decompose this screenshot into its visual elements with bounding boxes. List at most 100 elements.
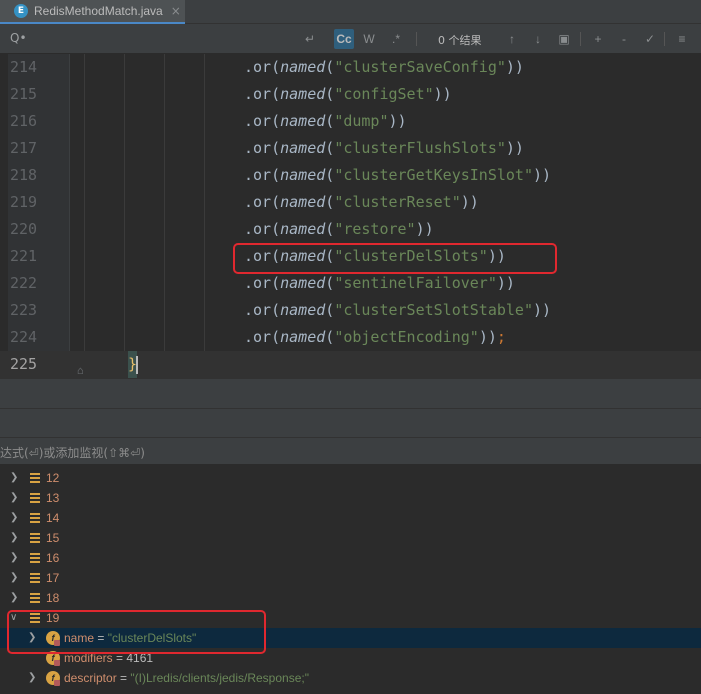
code-close: )) bbox=[496, 274, 515, 292]
regex-button[interactable]: .* bbox=[386, 29, 406, 49]
code-paren: ( bbox=[325, 166, 335, 184]
array-element-row[interactable]: ❯ 17 bbox=[0, 568, 701, 588]
line-number: 221 bbox=[10, 247, 38, 265]
array-index: 14 bbox=[46, 511, 60, 525]
toolbar-divider bbox=[580, 32, 581, 46]
code-call: .or( bbox=[244, 193, 281, 211]
chevron-right-icon[interactable]: ❯ bbox=[10, 588, 18, 608]
chevron-right-icon[interactable]: ❯ bbox=[10, 508, 18, 528]
list-icon bbox=[30, 593, 40, 603]
code-call: .or( bbox=[244, 139, 281, 157]
code-string: "sentinelFailover" bbox=[334, 274, 497, 292]
array-element-row[interactable]: ❯ 16 bbox=[0, 548, 701, 568]
code-paren: ( bbox=[325, 193, 335, 211]
field-equals: = bbox=[116, 671, 131, 685]
chevron-right-icon[interactable]: ❯ bbox=[10, 468, 18, 488]
line-number: 218 bbox=[10, 166, 38, 184]
chevron-right-icon[interactable]: ❯ bbox=[10, 528, 18, 548]
code-method: named bbox=[280, 85, 326, 103]
chevron-right-icon[interactable]: ❯ bbox=[28, 668, 36, 688]
match-case-button[interactable]: Cc bbox=[334, 29, 354, 49]
file-tab-label: RedisMethodMatch.java bbox=[34, 4, 163, 18]
code-string: "clusterSaveConfig" bbox=[334, 58, 506, 76]
code-paren: ( bbox=[325, 58, 335, 76]
code-line[interactable]: 218 .or(named("clusterGetKeysInSlot")) bbox=[0, 162, 701, 189]
code-call: .or( bbox=[244, 58, 281, 76]
debug-toolbar-area bbox=[0, 378, 701, 408]
code-paren: ( bbox=[325, 112, 335, 130]
line-number: 214 bbox=[10, 58, 38, 76]
code-paren: ( bbox=[325, 85, 335, 103]
code-string: "restore" bbox=[334, 220, 416, 238]
code-line[interactable]: 222 .or(named("sentinelFailover")) bbox=[0, 270, 701, 297]
chevron-right-icon[interactable]: ❯ bbox=[10, 488, 18, 508]
newline-toggle-icon[interactable]: ↵ bbox=[300, 29, 320, 49]
watch-expression-input[interactable]: 达式(⏎)或添加监视(⇧⌘⏎) bbox=[0, 437, 701, 464]
code-method: named bbox=[280, 193, 326, 211]
code-line[interactable]: 219 .or(named("clusterReset")) bbox=[0, 189, 701, 216]
lock-icon bbox=[54, 660, 60, 666]
code-editor[interactable]: 214 .or(named("clusterSaveConfig")) 215 .or… bbox=[0, 54, 701, 378]
code-line[interactable]: 224 .or(named("objectEncoding")); bbox=[0, 324, 701, 351]
code-line[interactable]: 216 .or(named("dump")) bbox=[0, 108, 701, 135]
list-icon bbox=[30, 533, 40, 543]
line-number: 216 bbox=[10, 112, 38, 130]
find-toolbar: Q• ↵ Cc W .* 0 个结果 ↑ ↓ ▣ + - ✓ ≡ bbox=[0, 24, 701, 54]
code-method: named bbox=[280, 139, 326, 157]
code-string: "clusterFlushSlots" bbox=[334, 139, 506, 157]
array-element-row[interactable]: ❯ 18 bbox=[0, 588, 701, 608]
close-icon[interactable]: × bbox=[171, 4, 181, 18]
array-index: 17 bbox=[46, 571, 60, 585]
code-method: named bbox=[280, 112, 326, 130]
code-method: named bbox=[280, 58, 326, 76]
code-string: "clusterGetKeysInSlot" bbox=[334, 166, 533, 184]
array-index: 16 bbox=[46, 551, 60, 565]
code-line[interactable]: 223 .or(named("clusterSetSlotStable")) bbox=[0, 297, 701, 324]
code-line[interactable]: 215 .or(named("configSet")) bbox=[0, 81, 701, 108]
next-occurrence-icon[interactable]: ↓ bbox=[528, 29, 548, 49]
file-tab[interactable]: E RedisMethodMatch.java × bbox=[0, 0, 185, 24]
variables-panel: ❯ 12 ❯ 13 ❯ 14 ❯ 15 ❯ 16 ❯ 17 ❯ 18 ∨ 19 ❯ f name = "cluste… bbox=[0, 464, 701, 694]
code-paren: ( bbox=[325, 274, 335, 292]
line-number: 223 bbox=[10, 301, 38, 319]
array-element-row[interactable]: ❯ 12 bbox=[0, 468, 701, 488]
toggle-selection-icon[interactable]: ✓ bbox=[640, 29, 660, 49]
code-call: .or( bbox=[244, 85, 281, 103]
chevron-right-icon[interactable]: ❯ bbox=[10, 548, 18, 568]
code-line[interactable]: 220 .or(named("restore")) bbox=[0, 216, 701, 243]
line-number: 224 bbox=[10, 328, 38, 346]
line-number: 219 bbox=[10, 193, 38, 211]
field-row[interactable]: ❯ f descriptor = "(I)Lredis/clients/jedis/… bbox=[0, 668, 701, 688]
code-method: named bbox=[280, 301, 326, 319]
previous-occurrence-icon[interactable]: ↑ bbox=[502, 29, 522, 49]
code-text: .or(named("clusterGetKeysInSlot")) bbox=[244, 162, 551, 189]
array-element-row[interactable]: ❯ 15 bbox=[0, 528, 701, 548]
add-occurrence-icon[interactable]: + bbox=[588, 29, 608, 49]
field-value: "(I)Lredis/clients/jedis/Response;" bbox=[130, 671, 309, 685]
code-line[interactable]: 217 .or(named("clusterFlushSlots")) bbox=[0, 135, 701, 162]
select-all-occurrences-icon[interactable]: ▣ bbox=[554, 29, 574, 49]
list-icon bbox=[30, 573, 40, 583]
array-element-row[interactable]: ❯ 13 bbox=[0, 488, 701, 508]
remove-occurrence-icon[interactable]: - bbox=[614, 29, 634, 49]
filter-icon[interactable]: ≡ bbox=[672, 29, 692, 49]
whole-words-button[interactable]: W bbox=[359, 29, 379, 49]
code-call: .or( bbox=[244, 112, 281, 130]
code-string: "dump" bbox=[334, 112, 389, 130]
line-number: 215 bbox=[10, 85, 38, 103]
chevron-right-icon[interactable]: ❯ bbox=[10, 568, 18, 588]
array-element-row[interactable]: ❯ 14 bbox=[0, 508, 701, 528]
code-line[interactable]: 214 .or(named("clusterSaveConfig")) bbox=[0, 54, 701, 81]
enum-file-icon: E bbox=[14, 4, 28, 18]
code-text: .or(named("dump")) bbox=[244, 108, 407, 135]
code-line-current[interactable]: 225 ⌂ } bbox=[0, 351, 701, 378]
code-method: named bbox=[280, 220, 326, 238]
code-close: )) bbox=[505, 139, 524, 157]
code-method: named bbox=[280, 274, 326, 292]
highlight-annotation bbox=[233, 243, 557, 274]
code-close: )) bbox=[415, 220, 434, 238]
array-index: 13 bbox=[46, 491, 60, 505]
search-icon[interactable]: Q• bbox=[10, 31, 27, 45]
code-string: "clusterSetSlotStable" bbox=[334, 301, 533, 319]
code-paren: ( bbox=[325, 301, 335, 319]
